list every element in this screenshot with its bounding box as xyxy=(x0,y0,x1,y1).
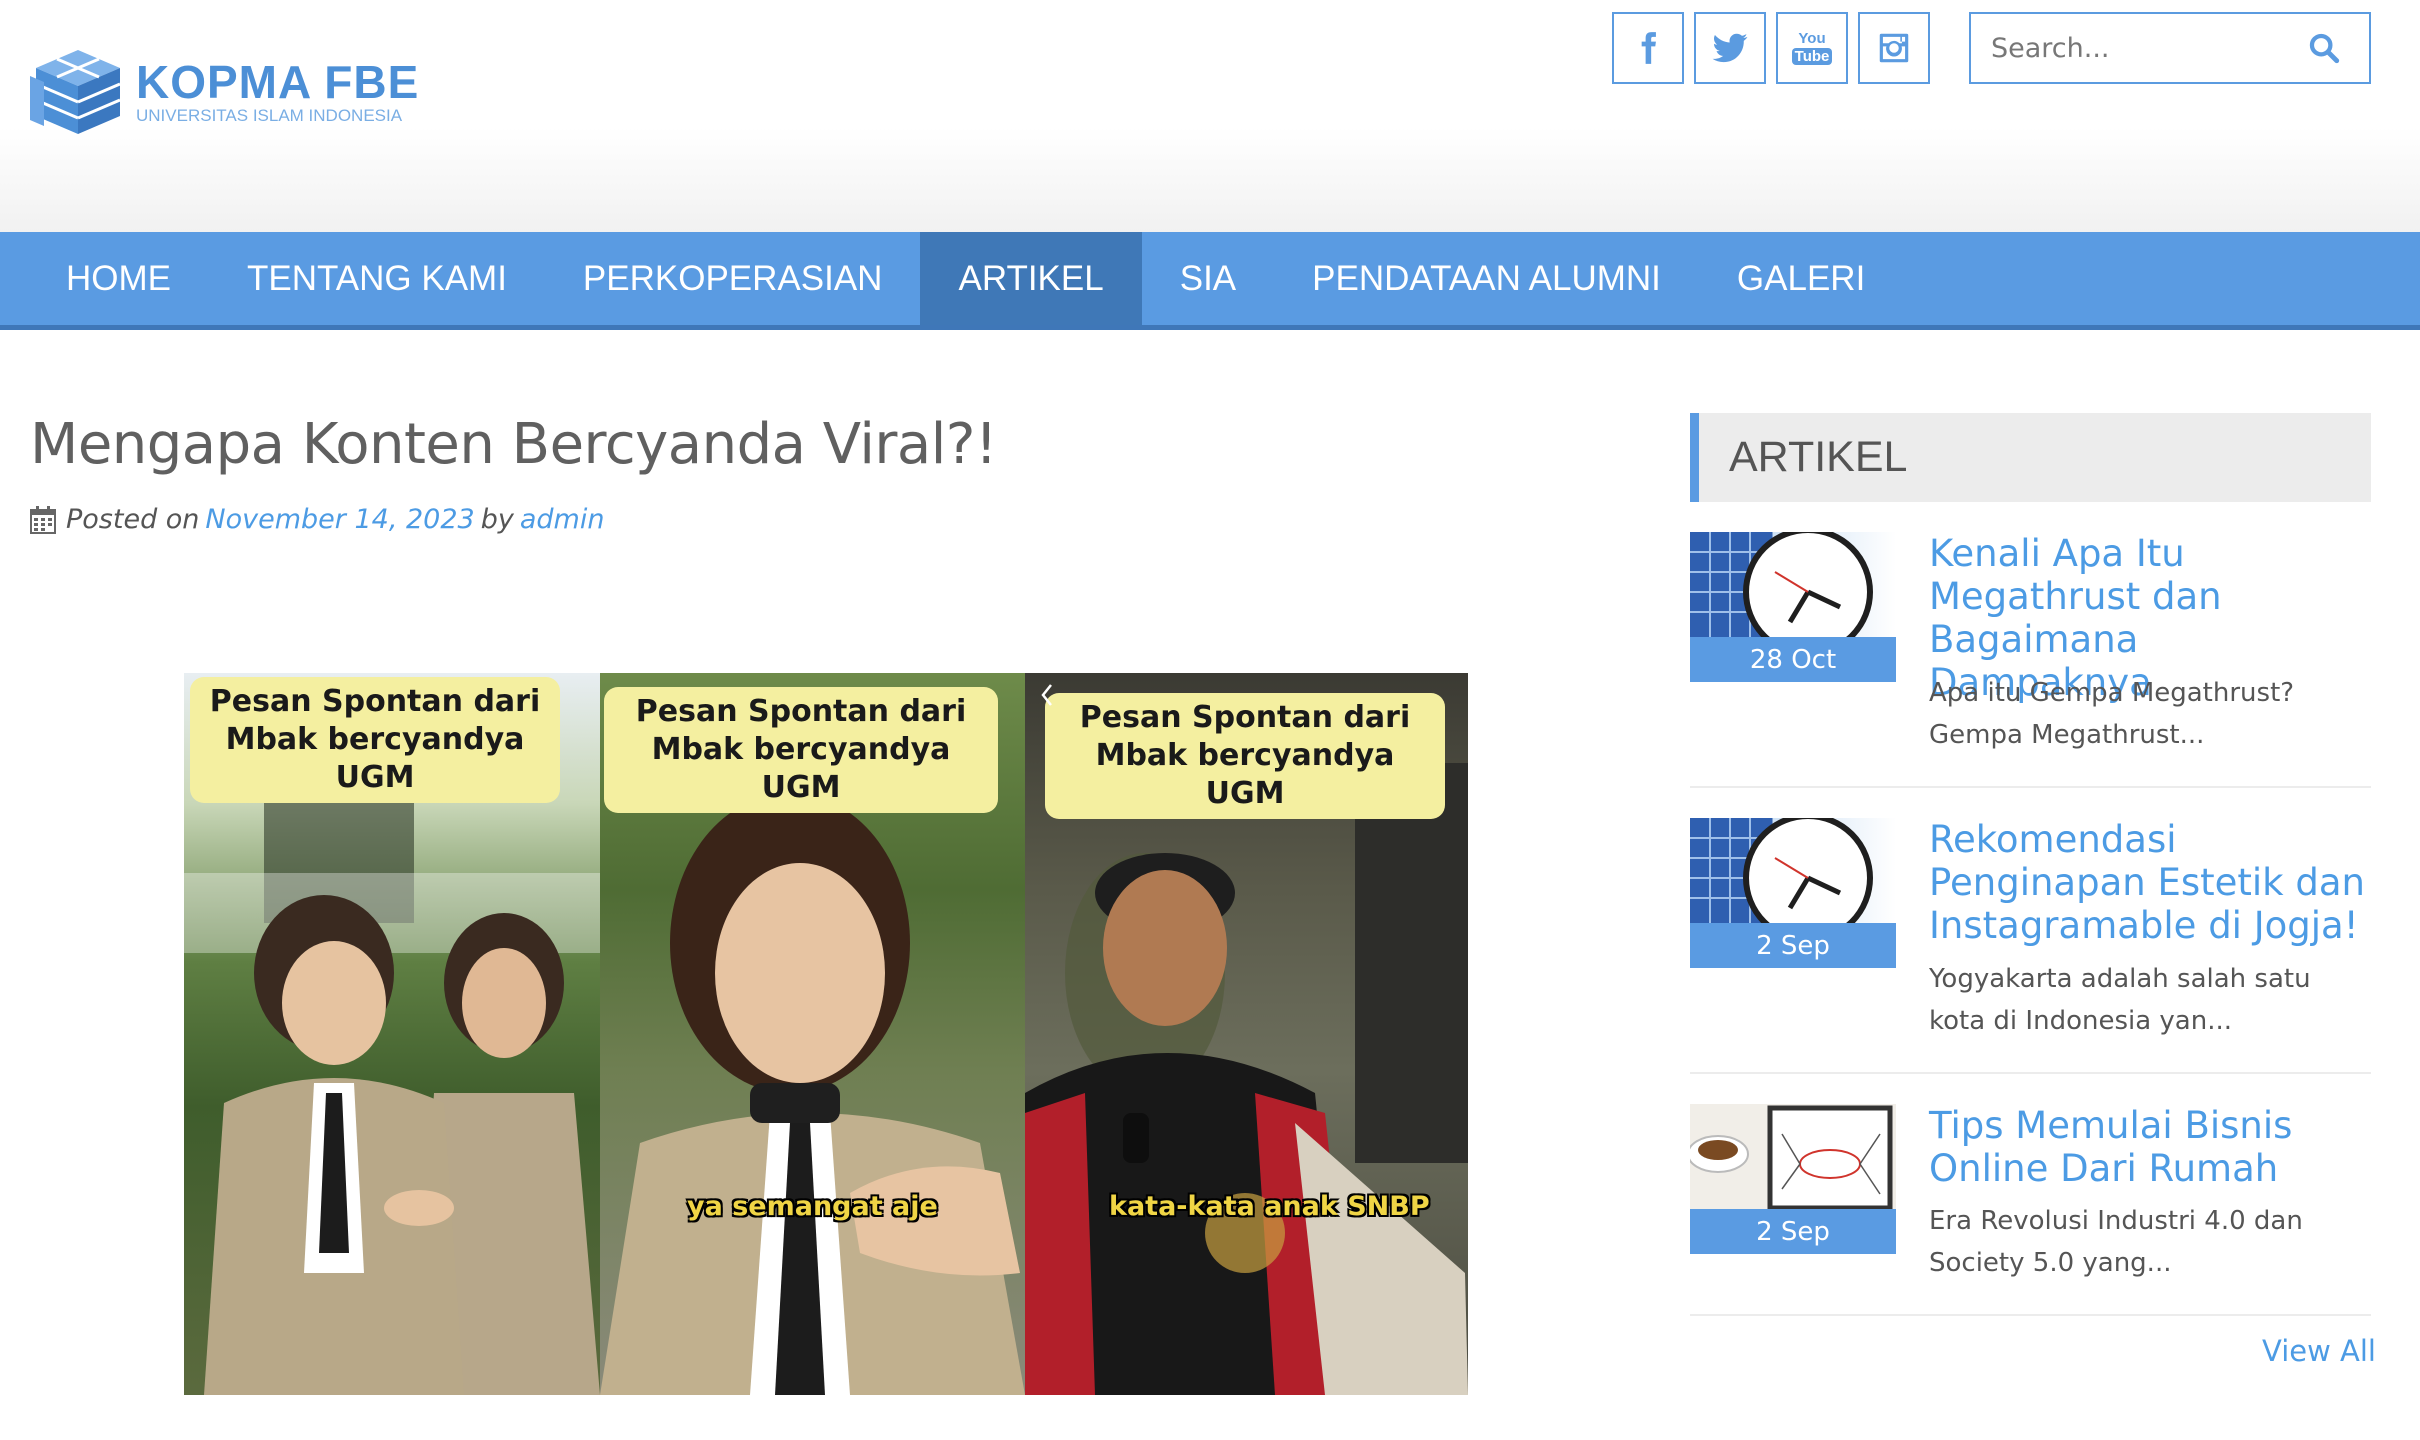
search-icon[interactable] xyxy=(2307,31,2341,65)
nav-item-pendataan-alumni[interactable]: PENDATAAN ALUMNI xyxy=(1274,232,1699,325)
post-meta: Posted on November 14, 2023 by admin xyxy=(30,504,610,535)
article-thumbnail[interactable]: 2 Sep xyxy=(1690,1104,1896,1254)
sidebar-article-item[interactable]: 2 Sep Rekomendasi Penginapan Estetik dan… xyxy=(1690,818,2371,1074)
article-title-link[interactable]: Rekomendasi Penginapan Estetik dan Insta… xyxy=(1929,818,2371,947)
sidebar-article-item[interactable]: 2 Sep Tips Memulai Bisnis Online Dari Ru… xyxy=(1690,1104,2371,1316)
image-caption-3: Pesan Spontan dari Mbak bercyandya UGM xyxy=(1045,693,1445,819)
twitter-icon xyxy=(1712,33,1748,63)
social-links: You Tube xyxy=(1612,12,1930,84)
article-thumbnail[interactable]: 28 Oct xyxy=(1690,532,1896,682)
instagram-icon xyxy=(1879,33,1909,63)
facebook-button[interactable] xyxy=(1612,12,1684,84)
image-panel-2: Pesan Spontan dari Mbak bercyandya UGM y… xyxy=(600,673,1025,1395)
nav-item-perkoperasian[interactable]: PERKOPERASIAN xyxy=(545,232,921,325)
nav-item-home[interactable]: HOME xyxy=(28,232,209,325)
post-featured-image: Pesan Spontan dari Mbak bercyandya UGM P… xyxy=(184,673,1468,1395)
article-thumbnail[interactable]: 2 Sep xyxy=(1690,818,1896,968)
sidebar-article-item[interactable]: 28 Oct Kenali Apa Itu Megathrust dan Bag… xyxy=(1690,532,2371,788)
view-all-link[interactable]: View All xyxy=(2262,1334,2376,1368)
sidebar-widget-title: ARTIKEL xyxy=(1690,413,2371,502)
logo-title: KOPMA FBE xyxy=(136,56,420,108)
article-excerpt: Apa itu Gempa Megathrust? Gempa Megathru… xyxy=(1929,678,2295,750)
chevron-left-icon[interactable] xyxy=(1037,681,1057,709)
facebook-icon xyxy=(1641,32,1656,64)
article-date-badge: 28 Oct xyxy=(1690,637,1896,682)
nav-item-galeri[interactable]: GALERI xyxy=(1699,232,1903,325)
image-caption-2: Pesan Spontan dari Mbak bercyandya UGM xyxy=(604,687,998,813)
nav-item-sia[interactable]: SIA xyxy=(1142,232,1274,325)
youtube-icon: You Tube xyxy=(1791,31,1833,65)
article-excerpt: Era Revolusi Industri 4.0 dan Society 5.… xyxy=(1929,1206,2303,1278)
logo-cube-icon xyxy=(30,50,121,134)
article-date-badge: 2 Sep xyxy=(1690,923,1896,968)
image-subtitle-2: kata-kata anak SNBP xyxy=(1109,1191,1430,1222)
article-excerpt: Yogyakarta adalah salah satu kota di Ind… xyxy=(1929,964,2311,1036)
post-date-link[interactable]: November 14, 2023 xyxy=(205,504,474,535)
logo-subtitle: UNIVERSITAS ISLAM INDONESIA xyxy=(136,106,403,125)
twitter-button[interactable] xyxy=(1694,12,1766,84)
image-panel-3: Pesan Spontan dari Mbak bercyandya UGM k… xyxy=(1025,673,1468,1395)
image-subtitle-1: ya semangat aje xyxy=(687,1191,938,1222)
posted-on-label: Posted on xyxy=(66,504,200,535)
by-label: by xyxy=(480,504,514,535)
instagram-button[interactable] xyxy=(1858,12,1930,84)
search-input[interactable] xyxy=(1971,18,2301,78)
image-caption-1: Pesan Spontan dari Mbak bercyandya UGM xyxy=(190,677,560,803)
youtube-button[interactable]: You Tube xyxy=(1776,12,1848,84)
site-logo[interactable]: KOPMA FBE UNIVERSITAS ISLAM INDONESIA xyxy=(30,46,419,138)
main-nav: HOME TENTANG KAMI PERKOPERASIAN ARTIKEL … xyxy=(0,232,2420,330)
article-date-badge: 2 Sep xyxy=(1690,1209,1896,1254)
calendar-icon xyxy=(30,505,56,534)
article-title-link[interactable]: Tips Memulai Bisnis Online Dari Rumah xyxy=(1929,1104,2371,1190)
image-panel-1: Pesan Spontan dari Mbak bercyandya UGM xyxy=(184,673,600,1395)
site-header: KOPMA FBE UNIVERSITAS ISLAM INDONESIA Yo… xyxy=(0,0,2420,232)
nav-item-artikel[interactable]: ARTIKEL xyxy=(920,232,1142,325)
nav-item-tentang-kami[interactable]: TENTANG KAMI xyxy=(209,232,545,325)
post-author-link[interactable]: admin xyxy=(520,504,605,535)
post-title: Mengapa Konten Bercyanda Viral?! xyxy=(30,412,997,477)
search-box xyxy=(1969,12,2371,84)
